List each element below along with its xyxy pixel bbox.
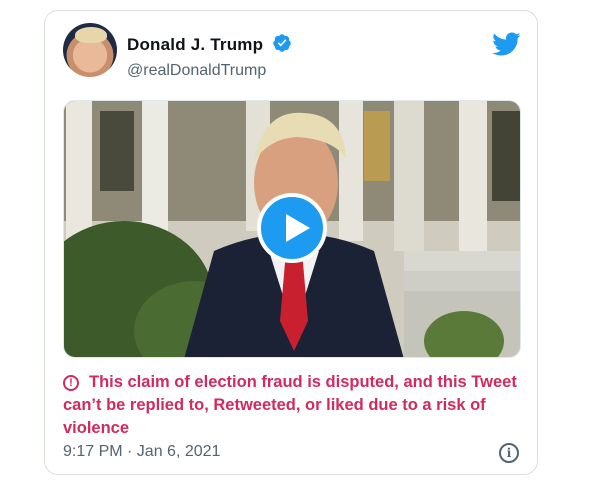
author-info: Donald J. Trump @realDonaldTrump [127,33,292,80]
exclamation-circle-icon: ! [63,375,79,391]
info-icon[interactable]: i [499,443,519,463]
disputed-claim-notice[interactable]: ! This claim of election fraud is dispute… [63,371,523,440]
author-handle[interactable]: @realDonaldTrump [127,62,292,80]
verified-badge-icon [272,33,292,58]
author-display-name[interactable]: Donald J. Trump [127,35,263,54]
avatar[interactable] [63,23,117,77]
warning-text: This claim of election fraud is disputed… [63,373,517,437]
twitter-bird-icon[interactable] [491,31,521,57]
tweet-header: Donald J. Trump @realDonaldTrump [63,21,521,85]
tweet-footer: 9:17 PM · Jan 6, 2021 i [63,443,521,465]
play-icon[interactable] [257,193,327,263]
tweet-card[interactable]: Donald J. Trump @realDonaldTrump ! This … [44,10,538,475]
video-player[interactable] [63,100,521,358]
tweet-timestamp[interactable]: 9:17 PM · Jan 6, 2021 [63,443,220,460]
